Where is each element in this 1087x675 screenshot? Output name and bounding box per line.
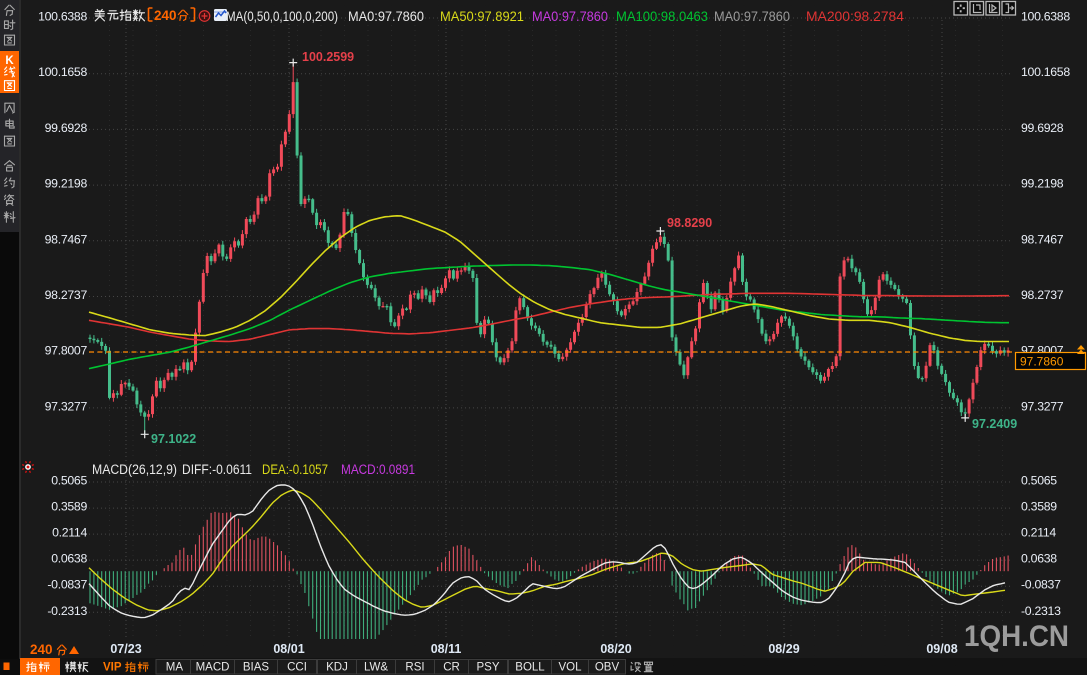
svg-text:07/23: 07/23 (110, 642, 141, 656)
svg-text:DIFF:-0.0611: DIFF:-0.0611 (182, 462, 252, 477)
svg-text:-0.0837: -0.0837 (47, 578, 87, 592)
svg-text:97.7860: 97.7860 (1020, 355, 1064, 369)
svg-text:100.2599: 100.2599 (302, 50, 354, 64)
svg-text:MACD:0.0891: MACD:0.0891 (341, 462, 415, 477)
svg-text:MA0:97.7860: MA0:97.7860 (532, 8, 608, 24)
svg-text:0.3589: 0.3589 (1021, 500, 1057, 514)
svg-text:-0.2313: -0.2313 (1021, 604, 1061, 618)
svg-text:97.1022: 97.1022 (151, 432, 196, 446)
svg-text:MA100:98.0463: MA100:98.0463 (616, 8, 708, 24)
svg-text:DEA:-0.1057: DEA:-0.1057 (262, 462, 328, 477)
svg-text:MA0:97.7860: MA0:97.7860 (714, 8, 790, 24)
svg-text:MACD: MACD (196, 662, 230, 674)
svg-text:100.1658: 100.1658 (1021, 65, 1070, 79)
svg-text:08/01: 08/01 (273, 642, 304, 656)
svg-text:08/29: 08/29 (768, 642, 799, 656)
svg-text:0.5065: 0.5065 (51, 474, 87, 488)
svg-text:98.8290: 98.8290 (667, 216, 712, 230)
svg-text:97.3277: 97.3277 (45, 399, 88, 413)
svg-text:99.6928: 99.6928 (1021, 121, 1064, 135)
svg-text:99.2198: 99.2198 (1021, 177, 1064, 191)
svg-text:99.6928: 99.6928 (45, 121, 88, 135)
svg-text:240: 240 (30, 642, 53, 657)
svg-text:98.2737: 98.2737 (45, 288, 88, 302)
svg-text:MA: MA (166, 662, 184, 674)
svg-text:LW&: LW& (364, 662, 388, 674)
svg-text:VOL: VOL (558, 662, 582, 674)
svg-text:97.2409: 97.2409 (972, 417, 1017, 431)
svg-text:MACD(26,12,9): MACD(26,12,9) (92, 462, 177, 477)
svg-text:99.2198: 99.2198 (45, 177, 88, 191)
svg-text:08/11: 08/11 (431, 642, 462, 656)
svg-text:0.5065: 0.5065 (1021, 474, 1057, 488)
svg-text:CR: CR (443, 662, 460, 674)
svg-text:MA50:97.8921: MA50:97.8921 (440, 8, 524, 24)
svg-text:98.7467: 98.7467 (1021, 232, 1064, 246)
svg-text:08/20: 08/20 (600, 642, 631, 656)
svg-text:0.0638: 0.0638 (51, 552, 87, 566)
svg-text:240: 240 (154, 8, 177, 23)
svg-text:100.6388: 100.6388 (38, 10, 87, 24)
svg-text:0.3589: 0.3589 (51, 500, 87, 514)
svg-text:MA200:98.2784: MA200:98.2784 (806, 8, 904, 24)
svg-text:0.2114: 0.2114 (1021, 526, 1056, 540)
svg-text:98.2737: 98.2737 (1021, 288, 1064, 302)
svg-text:97.3277: 97.3277 (1021, 399, 1064, 413)
svg-text:K: K (5, 55, 14, 67)
svg-text:CCI: CCI (287, 662, 307, 674)
svg-text:PSY: PSY (476, 662, 499, 674)
svg-text:BIAS: BIAS (243, 662, 270, 674)
svg-text:MA0:97.7860: MA0:97.7860 (348, 8, 424, 24)
svg-text:OBV: OBV (595, 662, 620, 674)
svg-text:100.6388: 100.6388 (1021, 10, 1070, 24)
svg-text:-0.0837: -0.0837 (1021, 578, 1061, 592)
svg-text:0.0638: 0.0638 (1021, 552, 1057, 566)
svg-text:98.7467: 98.7467 (45, 232, 88, 246)
svg-text:RSI: RSI (405, 662, 424, 674)
svg-text:-0.2313: -0.2313 (47, 604, 87, 618)
svg-text:KDJ: KDJ (326, 662, 348, 674)
svg-text:97.8007: 97.8007 (45, 344, 88, 358)
svg-text:1QH.CN: 1QH.CN (964, 620, 1069, 653)
svg-text:0.2114: 0.2114 (52, 526, 87, 540)
svg-text:MA(0,50,0,100,0,200): MA(0,50,0,100,0,200) (226, 8, 338, 24)
svg-text:VIP: VIP (103, 662, 122, 674)
svg-text:BOLL: BOLL (515, 662, 545, 674)
svg-text:100.1658: 100.1658 (38, 65, 87, 79)
svg-text:09/08: 09/08 (926, 642, 957, 656)
